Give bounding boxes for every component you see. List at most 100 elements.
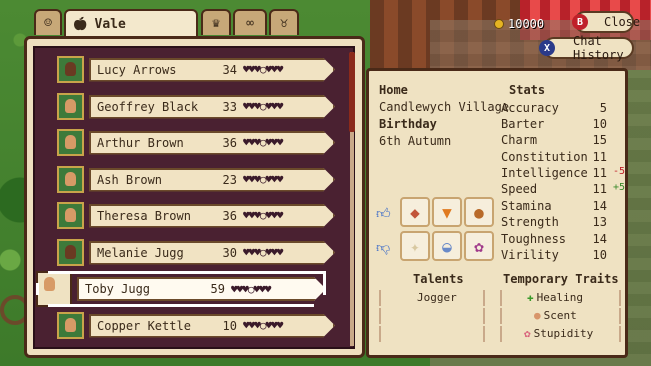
relationship-value: 36 [222, 135, 237, 150]
bowl-icon[interactable]: ◒ [432, 231, 462, 261]
coin-icon [494, 19, 504, 29]
close-button[interactable]: B Close [572, 11, 640, 33]
x-button-icon: X [539, 40, 555, 56]
stat-row: Virility 10 [501, 248, 627, 264]
stat-value: 14 [592, 199, 607, 213]
coin-amount: 10000 [508, 17, 545, 31]
villager-name: Geoffrey Black [97, 99, 199, 114]
stat-value: 11 [592, 166, 607, 180]
chat-history-label: Chat History [573, 34, 624, 62]
stat-name: Barter [501, 117, 545, 131]
stat-modifier [607, 199, 625, 215]
villager-row[interactable]: Geoffrey Black 33 ♥♥♥○♥♥♥ [57, 93, 335, 120]
tab-vale[interactable]: 🍎︎ Vale [64, 9, 198, 38]
drumstick-icon[interactable]: ● [464, 197, 494, 227]
villager-nameplate: Lucy Arrows 34 ♥♥♥○♥♥♥ [89, 58, 335, 82]
coin-counter: 10000 [494, 15, 544, 33]
relationship-value: 33 [222, 99, 237, 114]
taurus-icon: ♉ [280, 15, 288, 31]
heart-meter: ♥♥♥○♥♥♥ [243, 319, 283, 332]
stat-value: 11 [592, 150, 607, 164]
thumbs-down-icon: 👎︎ [376, 240, 391, 256]
tab-vale-label: Vale [94, 17, 126, 32]
stat-modifier [607, 232, 625, 248]
trait-name: Scent [543, 309, 577, 322]
villager-portrait [57, 202, 84, 229]
villager-row[interactable]: Ash Brown 23 ♥♥♥○♥♥♥ [57, 166, 335, 193]
stat-modifier [607, 117, 625, 133]
villager-row[interactable]: Melanie Jugg 30 ♥♥♥○♥♥♥ [57, 239, 335, 266]
relationship-value: 34 [222, 62, 237, 77]
stat-row: Speed 11 +5 [501, 182, 627, 198]
villager-portrait [57, 93, 84, 120]
stat-value: 15 [592, 133, 607, 147]
stat-row: Constitution 11 [501, 150, 627, 166]
bone-icon[interactable]: ✦ [400, 231, 430, 261]
thumbs-up-icon: 👍︎ [376, 206, 391, 222]
stat-modifier [607, 101, 625, 117]
home-value: Candlewych Village [379, 100, 510, 114]
face-icon: ☺ [44, 15, 52, 31]
stat-modifier: -5 [612, 166, 625, 177]
villager-portrait [57, 239, 84, 266]
scrollbar-thumb[interactable] [349, 52, 355, 132]
carrot-icon[interactable]: ▼ [432, 197, 462, 227]
villager-nameplate: Toby Jugg 59 ♥♥♥○♥♥♥ [77, 277, 326, 301]
heart-meter: ♥♥♥○♥♥♥ [243, 63, 283, 76]
villager-row[interactable]: Lucy Arrows 34 ♥♥♥○♥♥♥ [57, 56, 335, 83]
stat-value: 14 [592, 232, 607, 246]
b-button-icon: B [572, 14, 588, 30]
talents-title: Talents [413, 272, 464, 286]
stat-name: Speed [501, 182, 538, 196]
meat-icon[interactable]: ◆ [400, 197, 430, 227]
stat-name: Toughness [501, 232, 567, 246]
villager-nameplate: Copper Kettle 10 ♥♥♥○♥♥♥ [89, 314, 335, 338]
stat-row: Strength 13 [501, 215, 627, 231]
stat-name: Stamina [501, 199, 552, 213]
villager-name: Toby Jugg [85, 282, 151, 296]
villager-nameplate: Ash Brown 23 ♥♥♥○♥♥♥ [89, 168, 335, 192]
talent-slot [379, 308, 485, 324]
relationship-value: 23 [222, 172, 237, 187]
villager-nameplate: Theresa Brown 36 ♥♥♥○♥♥♥ [89, 204, 335, 228]
heart-meter: ♥♥♥○♥♥♥ [243, 173, 283, 186]
relationship-value: 30 [222, 245, 237, 260]
villager-list-panel [24, 36, 365, 358]
stat-modifier [607, 133, 625, 149]
tab-relationships[interactable]: ∞ [233, 9, 267, 35]
villager-portrait [57, 166, 84, 193]
vegetables-icon[interactable]: ✿ [464, 231, 494, 261]
heart-meter: ♥♥♥○♥♥♥ [243, 209, 283, 222]
heart-meter: ♥♥♥○♥♥♥ [243, 100, 283, 113]
villager-info: Home Candlewych Village Birthday 6th Aut… [379, 83, 510, 151]
infinity-icon: ∞ [246, 15, 254, 31]
trait-name: Stupidity [533, 327, 594, 340]
trait-item: ● Scent [534, 309, 577, 322]
traits-title: Temporary Traits [503, 272, 619, 286]
chat-history-button[interactable]: X Chat History [539, 34, 634, 62]
apple-icon: 🍎︎ [72, 17, 89, 32]
tab-character-icon[interactable]: ☺ [34, 9, 62, 35]
trait-item: ✿ Stupidity [524, 327, 593, 340]
crown-icon: ♛ [212, 15, 220, 31]
stats-title: Stats [509, 83, 546, 97]
trait-name: Healing [536, 291, 583, 304]
stat-row: Stamina 14 [501, 199, 627, 215]
villager-row[interactable]: Copper Kettle 10 ♥♥♥○♥♥♥ [57, 312, 335, 339]
villager-row[interactable]: Theresa Brown 36 ♥♥♥○♥♥♥ [57, 202, 335, 229]
stat-name: Strength [501, 215, 559, 229]
villager-name: Ash Brown [97, 172, 163, 187]
villager-nameplate: Melanie Jugg 30 ♥♥♥○♥♥♥ [89, 241, 335, 265]
plus-icon: ✚ [527, 291, 534, 304]
villager-portrait [57, 129, 84, 156]
villager-row[interactable]: Arthur Brown 36 ♥♥♥○♥♥♥ [57, 129, 335, 156]
stat-value: 11 [592, 182, 607, 196]
villager-row-selected[interactable]: Toby Jugg 59 ♥♥♥○♥♥♥ [36, 271, 326, 307]
tab-crown[interactable]: ♛ [201, 9, 231, 35]
tab-taurus[interactable]: ♉ [269, 9, 299, 35]
villager-name: Copper Kettle [97, 318, 191, 333]
stat-modifier [607, 215, 625, 231]
stat-row: Toughness 14 [501, 232, 627, 248]
talent-name: Jogger [417, 291, 457, 304]
villager-nameplate: Geoffrey Black 33 ♥♥♥○♥♥♥ [89, 95, 335, 119]
